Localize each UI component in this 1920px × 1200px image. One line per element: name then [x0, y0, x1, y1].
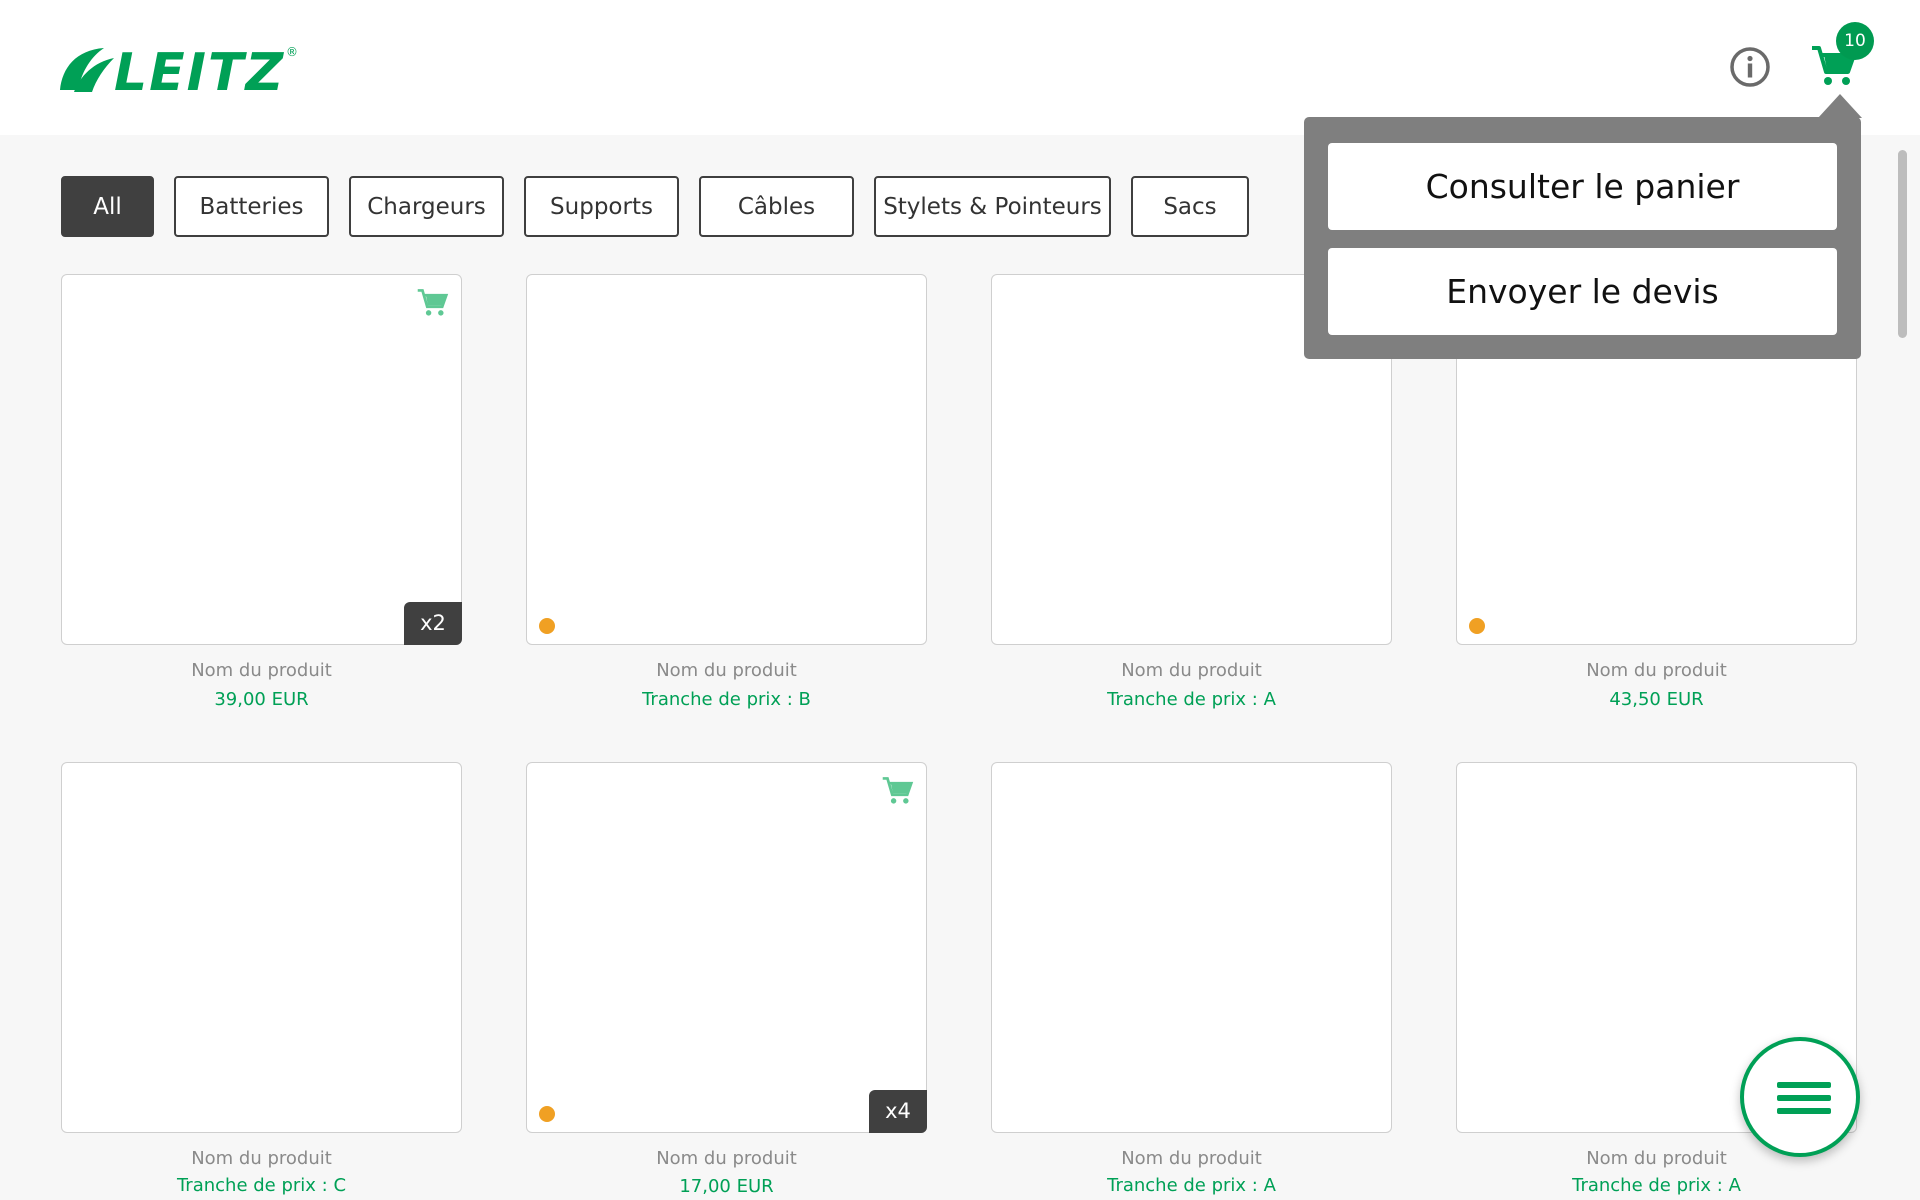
info-icon[interactable] — [1728, 45, 1772, 89]
product-card[interactable]: x2 — [61, 274, 462, 645]
quantity-badge: x2 — [404, 602, 462, 645]
filter-stylets-pointeurs[interactable]: Stylets & Pointeurs — [874, 176, 1111, 237]
leitz-logo: LEITZ ® — [60, 43, 298, 96]
in-cart-icon — [417, 289, 449, 316]
product-card[interactable]: x4 — [526, 762, 927, 1133]
product-name: Nom du produit — [1121, 660, 1262, 681]
product-card[interactable] — [991, 762, 1392, 1133]
product-card[interactable] — [61, 762, 462, 1133]
filter-supports[interactable]: Supports — [524, 176, 679, 237]
product-price: 43,50 EUR — [1609, 689, 1704, 710]
product-name: Nom du produit — [191, 1148, 332, 1169]
filter-all[interactable]: All — [61, 176, 154, 237]
product-price: Tranche de prix : B — [642, 689, 811, 710]
scrollbar[interactable] — [1898, 150, 1907, 338]
filter-cables[interactable]: Câbles — [699, 176, 854, 237]
product-price: Tranche de prix : A — [1572, 1175, 1741, 1196]
product-name: Nom du produit — [656, 660, 797, 681]
product-name: Nom du produit — [1586, 660, 1727, 681]
product-price: Tranche de prix : A — [1107, 1175, 1276, 1196]
filter-chargeurs[interactable]: Chargeurs — [349, 176, 504, 237]
app-header: LEITZ ® 10 — [0, 0, 1920, 135]
product-name: Nom du produit — [1121, 1148, 1262, 1169]
filter-sacs[interactable]: Sacs — [1131, 176, 1249, 237]
product-price: Tranche de prix : C — [176, 1175, 347, 1196]
product-price: 17,00 EUR — [679, 1176, 774, 1197]
svg-text:®: ® — [286, 45, 298, 59]
product-price: 39,00 EUR — [214, 689, 309, 710]
cart-count-badge: 10 — [1836, 22, 1874, 60]
cart-menu-popover: Consulter le panier Envoyer le devis — [1304, 117, 1861, 359]
in-cart-icon — [882, 777, 914, 804]
status-dot-icon — [539, 1106, 555, 1122]
status-dot-icon — [1469, 618, 1485, 634]
hamburger-menu-icon[interactable] — [1740, 1037, 1860, 1157]
logo-wordmark: LEITZ — [114, 43, 285, 96]
filter-batteries[interactable]: Batteries — [174, 176, 329, 237]
product-name: Nom du produit — [191, 660, 332, 681]
cart-menu-arrow — [1818, 94, 1862, 118]
product-name: Nom du produit — [656, 1148, 797, 1169]
send-quote-button[interactable]: Envoyer le devis — [1328, 248, 1837, 335]
view-cart-button[interactable]: Consulter le panier — [1328, 143, 1837, 230]
status-dot-icon — [539, 618, 555, 634]
quantity-badge: x4 — [869, 1090, 927, 1133]
product-card[interactable] — [526, 274, 927, 645]
product-price: Tranche de prix : A — [1107, 689, 1276, 710]
